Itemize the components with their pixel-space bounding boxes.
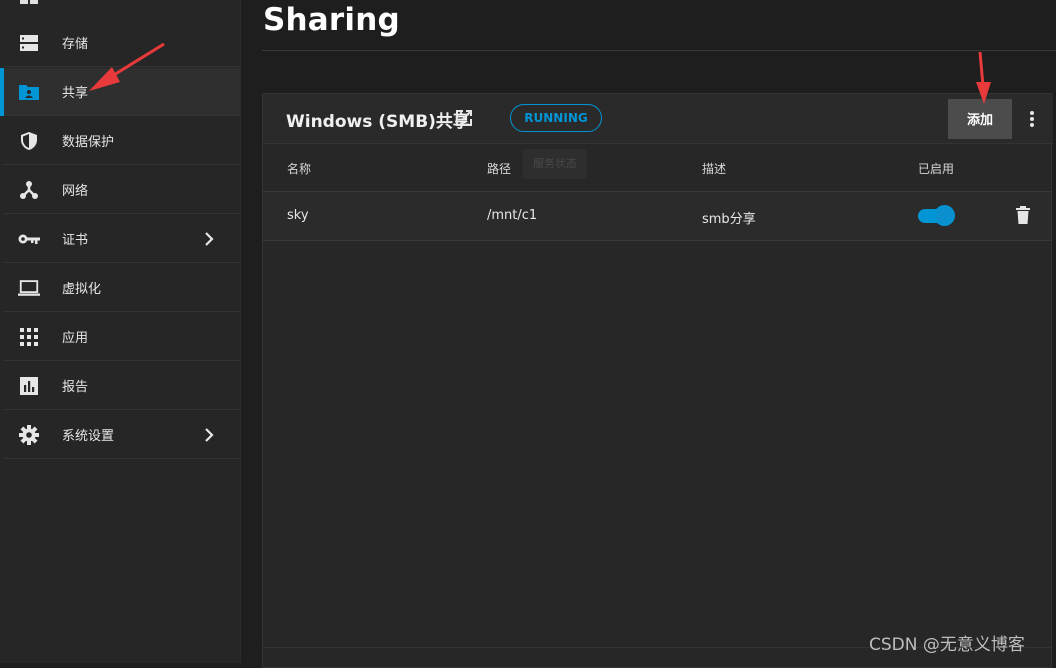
card-title: Windows (SMB)共享 xyxy=(286,112,470,132)
sidebar: 存储 共享 数据保护 网络 证书 虚拟化 应用 报告 系统设置 xyxy=(0,0,240,663)
sidebar-item-label: 报告 xyxy=(62,380,89,395)
active-indicator xyxy=(0,68,4,116)
dashboard-icon[interactable] xyxy=(20,0,38,4)
service-status-tooltip: 服务状态 xyxy=(523,149,587,179)
open-in-new-icon[interactable] xyxy=(455,109,473,127)
sidebar-item-label: 证书 xyxy=(62,233,89,248)
laptop-icon xyxy=(18,278,40,298)
shared-folder-icon xyxy=(18,82,40,102)
sidebar-divider xyxy=(240,0,241,663)
chevron-right-icon xyxy=(205,232,214,246)
delete-icon[interactable] xyxy=(1015,205,1031,225)
sidebar-item-data-protection[interactable]: 数据保护 xyxy=(4,117,240,165)
enabled-toggle[interactable] xyxy=(918,206,954,225)
column-header-path[interactable]: 路径 xyxy=(487,160,511,177)
sidebar-item-certificates[interactable]: 证书 xyxy=(4,215,240,263)
toggle-knob xyxy=(935,206,954,225)
sidebar-item-virtualization[interactable]: 虚拟化 xyxy=(4,264,240,312)
sidebar-item-storage[interactable]: 存储 xyxy=(4,19,240,67)
cell-path: /mnt/c1 xyxy=(487,208,538,223)
network-icon xyxy=(18,180,40,200)
more-vertical-icon[interactable] xyxy=(1024,109,1040,129)
apps-grid-icon xyxy=(18,327,40,347)
add-button[interactable]: 添加 xyxy=(948,99,1012,139)
card-header: Windows (SMB)共享 RUNNING 添加 xyxy=(263,94,1053,144)
watermark: CSDN @无意义博客 xyxy=(869,635,1025,655)
report-chart-icon xyxy=(18,376,40,396)
status-badge[interactable]: RUNNING xyxy=(510,104,602,132)
sidebar-item-label: 虚拟化 xyxy=(62,282,102,297)
column-header-name[interactable]: 名称 xyxy=(287,160,311,177)
sidebar-item-label: 存储 xyxy=(62,37,89,52)
gear-icon xyxy=(18,425,40,445)
sidebar-item-label: 系统设置 xyxy=(62,429,115,444)
sidebar-item-network[interactable]: 网络 xyxy=(4,166,240,214)
shield-icon xyxy=(18,131,40,151)
chevron-right-icon xyxy=(205,428,214,442)
sidebar-item-system-settings[interactable]: 系统设置 xyxy=(4,411,240,459)
column-header-description[interactable]: 描述 xyxy=(702,160,726,177)
cell-description: smb分享 xyxy=(702,212,756,227)
title-divider xyxy=(262,50,1056,51)
sidebar-item-label: 应用 xyxy=(62,331,89,346)
page-title: Sharing xyxy=(263,2,400,38)
smb-share-card: Windows (SMB)共享 RUNNING 添加 名称 路径 服务状态 描述… xyxy=(262,93,1053,668)
sidebar-item-sharing[interactable]: 共享 xyxy=(0,68,240,116)
sidebar-item-label: 共享 xyxy=(62,86,89,101)
sidebar-item-reports[interactable]: 报告 xyxy=(4,362,240,410)
column-header-enabled[interactable]: 已启用 xyxy=(918,160,954,177)
sidebar-item-apps[interactable]: 应用 xyxy=(4,313,240,361)
key-icon xyxy=(18,229,40,249)
table-header: 名称 路径 服务状态 描述 已启用 xyxy=(263,144,1051,192)
sidebar-item-label: 网络 xyxy=(62,184,89,199)
storage-icon xyxy=(18,33,40,53)
table-row[interactable]: sky /mnt/c1 smb分享 xyxy=(263,192,1051,241)
cell-name: sky xyxy=(287,208,309,223)
sidebar-item-label: 数据保护 xyxy=(62,135,115,150)
